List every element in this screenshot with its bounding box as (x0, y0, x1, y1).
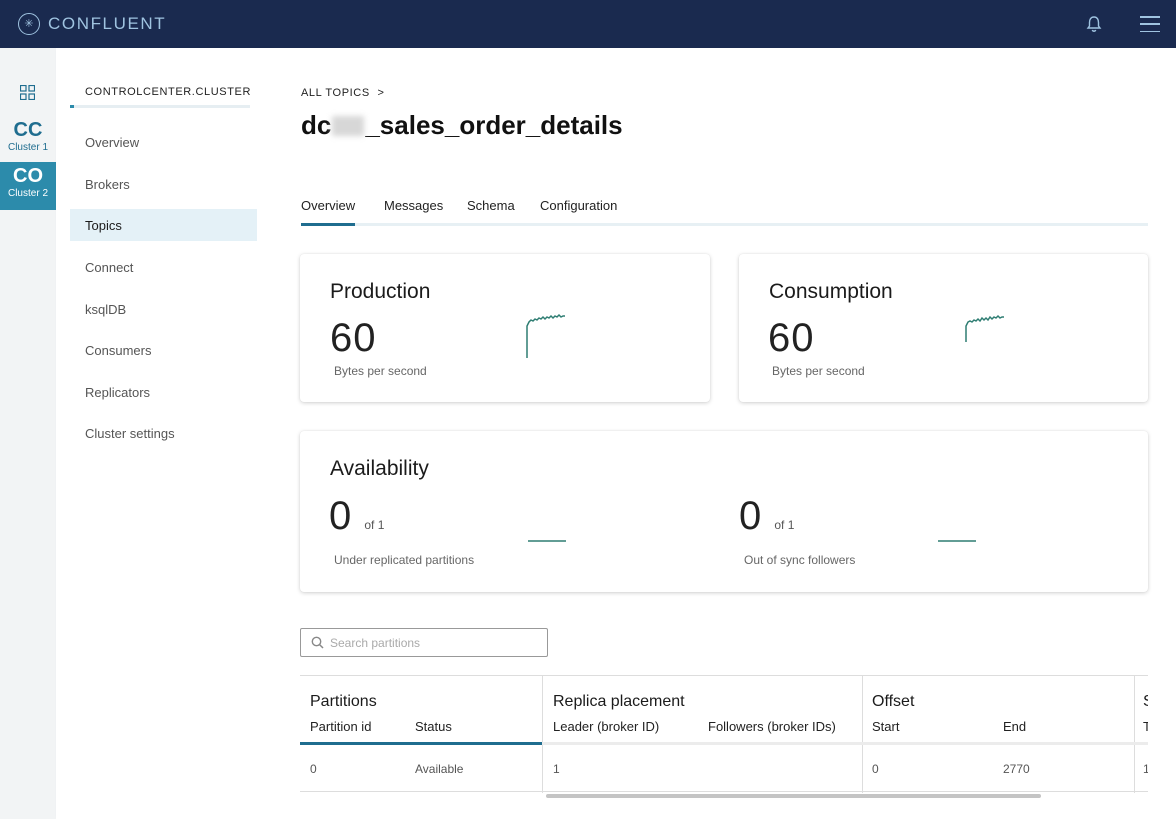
under-replicated-value: 0 of 1 (329, 494, 384, 539)
cluster-1-button[interactable]: CC Cluster 1 (0, 118, 56, 164)
production-value: 60 (330, 316, 377, 360)
search-icon (311, 636, 324, 649)
breadcrumb: ALL TOPICS > (301, 87, 384, 99)
production-title: Production (330, 280, 431, 303)
cell-start: 0 (872, 762, 879, 776)
col-header-status[interactable]: Status (415, 719, 452, 734)
out-of-sync-label: Out of sync followers (744, 553, 856, 567)
partitions-group: Partitions Partition id Status 0 Availab… (300, 676, 543, 793)
hamburger-menu-icon[interactable] (1140, 14, 1160, 34)
page-title: dc _sales_order_details (301, 110, 623, 141)
group-title: Offset (872, 693, 915, 710)
nav-title-underline (70, 105, 250, 108)
under-replicated-of: of 1 (364, 518, 385, 532)
under-replicated-count: 0 (329, 494, 353, 538)
cell-status: Available (415, 762, 464, 776)
breadcrumb-all-topics[interactable]: ALL TOPICS (301, 87, 370, 99)
availability-card[interactable]: Availability 0 of 1 Under replicated par… (300, 431, 1148, 592)
under-replicated-label: Under replicated partitions (334, 553, 475, 567)
cluster-label: Cluster 1 (7, 142, 48, 153)
nav-item-ksqldb[interactable]: ksqlDB (70, 293, 257, 325)
row-divider (300, 791, 1148, 792)
cluster-name: CONTROLCENTER.CLUSTER (85, 86, 252, 98)
offset-group: Offset Start End 0 2770 (863, 676, 1135, 793)
partitions-table: Partitions Partition id Status 0 Availab… (300, 675, 1148, 802)
under-replicated-sparkline (528, 540, 566, 542)
production-unit: Bytes per second (334, 364, 427, 378)
consumption-title: Consumption (769, 280, 893, 303)
out-of-sync-sparkline (938, 540, 976, 542)
tab-overview[interactable]: Overview (301, 198, 356, 226)
brand[interactable]: ✳ CONFLUENT (18, 13, 166, 35)
col-header-partition-id[interactable]: Partition id (310, 719, 371, 734)
replica-placement-group: Replica placement Leader (broker ID) Fol… (543, 676, 863, 793)
col-header-followers[interactable]: Followers (broker IDs) (708, 719, 836, 734)
cluster-label: Cluster 2 (7, 188, 48, 199)
consumption-card[interactable]: Consumption 60 Bytes per second (739, 254, 1148, 402)
cluster-abbr: CO (13, 165, 43, 187)
col-header-leader[interactable]: Leader (broker ID) (553, 719, 659, 734)
cluster-2-button[interactable]: CO Cluster 2 (0, 162, 56, 210)
tab-schema[interactable]: Schema (467, 198, 515, 223)
group-title: Partitions (310, 693, 377, 710)
out-of-sync-value: 0 of 1 (739, 494, 794, 539)
grid-icon[interactable] (20, 85, 35, 100)
search-input[interactable] (330, 635, 530, 650)
partition-search[interactable] (300, 628, 548, 657)
cluster-abbr: CC (13, 119, 43, 141)
col-header-start[interactable]: Start (872, 719, 899, 734)
cell-partition-id: 0 (310, 762, 317, 776)
availability-title: Availability (330, 457, 429, 480)
top-bar: ✳ CONFLUENT (0, 0, 1176, 48)
out-of-sync-count: 0 (739, 494, 763, 538)
header-active-indicator (300, 742, 542, 745)
consumption-sparkline (965, 314, 1004, 342)
cell-end: 2770 (1003, 762, 1030, 776)
nav-item-overview[interactable]: Overview (70, 126, 257, 158)
nav-item-topics[interactable]: Topics (70, 209, 257, 241)
cell-leader: 1 (553, 762, 560, 776)
confluent-logo-icon: ✳ (18, 13, 40, 35)
tab-configuration[interactable]: Configuration (540, 198, 617, 223)
size-group: S T 1 (1135, 676, 1148, 793)
tab-messages[interactable]: Messages (384, 198, 443, 223)
consumption-unit: Bytes per second (772, 364, 865, 378)
nav-item-cluster-settings[interactable]: Cluster settings (70, 417, 257, 449)
main-content: ALL TOPICS > dc _sales_order_details Over… (272, 48, 1176, 819)
redacted-text (332, 116, 365, 136)
col-header-extra[interactable]: T (1143, 719, 1148, 734)
group-title: Replica placement (553, 693, 685, 710)
brand-name: CONFLUENT (48, 14, 167, 33)
cluster-rail: CC Cluster 1 CO Cluster 2 (0, 48, 56, 819)
nav-item-replicators[interactable]: Replicators (70, 376, 257, 408)
cluster-nav: CONTROLCENTER.CLUSTER Overview Brokers T… (56, 48, 272, 819)
col-header-end[interactable]: End (1003, 719, 1026, 734)
production-card[interactable]: Production 60 Bytes per second (300, 254, 710, 402)
topic-tabs: Overview Messages Schema Configuration (301, 198, 1148, 226)
title-prefix: dc (301, 110, 332, 140)
scrollbar-thumb[interactable] (546, 794, 1041, 798)
breadcrumb-separator: > (377, 87, 385, 99)
out-of-sync-of: of 1 (774, 518, 795, 532)
nav-item-brokers[interactable]: Brokers (70, 168, 257, 200)
bell-icon[interactable] (1084, 14, 1104, 34)
nav-item-connect[interactable]: Connect (70, 251, 257, 283)
title-suffix: _sales_order_details (365, 110, 623, 140)
cell-extra: 1 (1143, 762, 1148, 776)
consumption-value: 60 (768, 316, 815, 360)
nav-item-consumers[interactable]: Consumers (70, 334, 257, 366)
horizontal-scrollbar[interactable] (300, 793, 1148, 799)
group-title: S (1143, 693, 1148, 711)
production-sparkline (526, 313, 565, 358)
